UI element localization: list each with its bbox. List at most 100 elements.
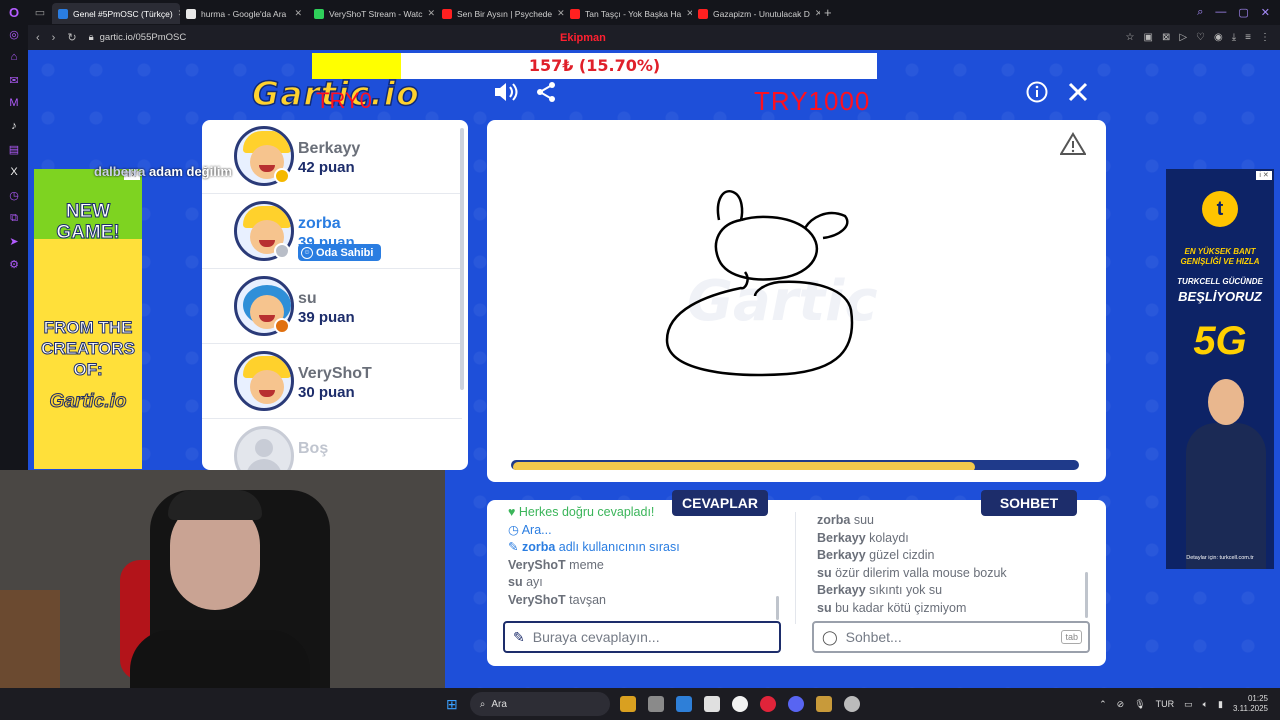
taskbar-app-icon[interactable] [675, 696, 692, 712]
bookmark-icon[interactable]: ☆ [1126, 32, 1135, 43]
browser-tab[interactable]: Genel #5PmOSC (Türkçe)✕ [52, 3, 180, 24]
info-icon[interactable] [1025, 80, 1049, 104]
taskbar-app-icon[interactable] [815, 696, 832, 712]
vpn-icon[interactable]: ⊠ [1162, 32, 1170, 43]
tab-favicon-icon [570, 8, 580, 19]
tray-chevron-icon[interactable]: ⌃ [1099, 699, 1107, 710]
overlay-logo-text: TRY0 [316, 88, 372, 113]
report-warning-icon[interactable] [1060, 132, 1086, 156]
chat-scrollbar[interactable] [1085, 572, 1088, 618]
taskbar-opera-icon[interactable] [759, 696, 776, 712]
tab-favicon-icon [58, 8, 68, 19]
browser-tab[interactable]: hurma - Google'da Ara ✕ [180, 3, 308, 24]
reload-icon[interactable]: ↻ [67, 31, 76, 44]
message-text: güzel cizdin [869, 548, 935, 562]
forward-icon[interactable]: › [52, 32, 56, 44]
taskbar-app-icon[interactable] [647, 696, 664, 712]
tab-answers[interactable]: CEVAPLAR [672, 490, 768, 516]
menu-icon[interactable]: ⋮ [1260, 32, 1270, 43]
sidebar-mail-icon[interactable]: M [7, 97, 21, 111]
answer-input[interactable]: ✎ Buraya cevaplayın... [503, 621, 781, 653]
browser-tab[interactable]: VeryShoT Stream - Watc ✕ [308, 3, 436, 24]
ad-left-line3: Gartic.io [49, 391, 127, 413]
pencil-icon: ✎ [513, 628, 525, 645]
taskbar-app-icon[interactable] [731, 696, 748, 712]
sidebar-extensions-icon[interactable]: ⧉ [7, 212, 21, 226]
taskbar-search[interactable]: ⌕ Ara [469, 692, 610, 716]
answers-list: ♥︎ Herkes doğru cevapladı! ◷ Ara... ✎ zorb… [508, 505, 788, 609]
right-ad-banner[interactable]: i ✕ t EN YÜKSEK BANT GENİŞLİĞİ VE HIZLA … [1166, 169, 1274, 569]
webcam-feed [0, 470, 445, 688]
browser-tab[interactable]: Tan Taşçı - Yok Başka Ha ✕ [564, 3, 692, 24]
taskbar-clock[interactable]: 01:25 3.11.2025 [1233, 694, 1268, 714]
share-icon[interactable] [534, 80, 558, 104]
url-field[interactable]: 🔒︎ gartic.io/055PmOSC [89, 32, 187, 43]
tray-volume-icon[interactable]: 🔈︎ [1203, 699, 1208, 710]
tray-wifi-icon[interactable]: ▭ [1184, 699, 1193, 710]
heart-icon[interactable]: ♡ [1196, 32, 1205, 43]
tab-close-icon[interactable]: ✕ [815, 8, 820, 19]
drawing-canvas[interactable]: Gartic [487, 120, 1106, 482]
sidebar-shared-icon[interactable]: ➤ [7, 235, 21, 249]
search-tabs-icon[interactable]: ⌕ [1197, 6, 1203, 19]
tab-close-icon[interactable]: ✕ [557, 8, 564, 19]
player-card[interactable]: Berkayy 42 puan [202, 120, 462, 194]
message-text: suu [853, 513, 874, 527]
close-window-button[interactable]: ✕ [1261, 6, 1270, 19]
tray-language[interactable]: TUR [1156, 699, 1175, 709]
settings-icon[interactable]: ≡ [1245, 32, 1251, 43]
tab-title: Gazapizm - Unutulacak D [713, 8, 810, 19]
taskbar-app-icon[interactable] [703, 696, 720, 712]
browser-tab[interactable]: Sen Bir Aysın | Psychede ✕ [436, 3, 564, 24]
volume-icon[interactable] [492, 80, 520, 104]
message-text: sıkıntı yok su [869, 583, 943, 597]
tab-chat[interactable]: SOHBET [981, 490, 1077, 516]
snapshot-icon[interactable]: ▣ [1143, 32, 1152, 43]
sidebar-settings-icon[interactable]: ⚙ [7, 258, 21, 272]
taskbar-discord-icon[interactable] [787, 696, 804, 712]
stream-chat-overlay: dalberra adam değilim [94, 164, 232, 179]
tab-close-icon[interactable]: ✕ [428, 8, 436, 19]
clock-date: 3.11.2025 [1233, 704, 1268, 713]
tab-title: Genel #5PmOSC (Türkçe) [73, 8, 173, 19]
tray-network-icon[interactable]: ⊘ [1117, 699, 1125, 710]
players-scrollbar[interactable] [460, 128, 464, 390]
minimize-button[interactable]: — [1215, 6, 1226, 19]
player-icon[interactable]: ▷ [1179, 32, 1187, 43]
new-tab-button[interactable]: + [824, 5, 832, 20]
player-card[interactable]: VeryShoT 30 puan [202, 345, 462, 419]
player-card[interactable]: su 39 puan [202, 270, 462, 344]
taskbar-app-icon[interactable] [843, 696, 860, 712]
ad-info-icon[interactable]: i ✕ [1256, 171, 1272, 180]
chat-list: zorba suu Berkayy kolaydı Berkayy güzel ci… [817, 512, 1087, 617]
browser-tab[interactable]: Gazapizm - Unutulacak D ✕ [692, 3, 820, 24]
sidebar-tiktok-icon[interactable]: ♪ [7, 120, 21, 134]
sidebar-home-icon[interactable]: ⌂ [7, 51, 21, 65]
left-ad-banner[interactable]: i ✕ NEW GAME! FROM THE CREATORS OF: Gart… [34, 169, 142, 469]
opera-logo-icon[interactable]: O [0, 0, 28, 25]
windows-start-icon[interactable]: ⊞ [446, 696, 458, 713]
sidebar-twitch-icon[interactable]: ▤ [7, 143, 21, 157]
tray-battery-icon[interactable]: ▮ [1218, 699, 1223, 710]
status-dot [274, 318, 290, 334]
clock-icon: ◷ [508, 522, 522, 537]
player-card[interactable]: Boş [202, 420, 462, 470]
sidebar-x-icon[interactable]: X [7, 166, 21, 180]
taskbar-app-icon[interactable] [619, 696, 636, 712]
taskbar-search-label: Ara [491, 698, 507, 710]
sidebar-ai-icon[interactable]: ◎ [7, 28, 21, 42]
tab-title: hurma - Google'da Ara [201, 8, 287, 19]
sidebar-history-icon[interactable]: ◷ [7, 189, 21, 203]
answers-scrollbar[interactable] [776, 596, 779, 620]
tray-mic-icon[interactable]: 🎙︎ [1134, 699, 1145, 710]
sidebar-messenger-icon[interactable]: ✉ [7, 74, 21, 88]
maximize-button[interactable]: ▢ [1238, 6, 1248, 19]
chat-input[interactable]: ◯ Sohbet... tab [812, 621, 1090, 653]
tab-close-icon[interactable]: ✕ [294, 8, 302, 19]
tab-overview-icon[interactable]: ▭ [28, 0, 52, 25]
close-game-icon[interactable] [1066, 80, 1090, 104]
download-icon[interactable]: ⤓ [1232, 32, 1236, 43]
message-text: özür dilerim valla mouse bozuk [835, 565, 1007, 580]
back-icon[interactable]: ‹ [36, 32, 40, 44]
profile-icon[interactable]: ◉ [1214, 32, 1223, 43]
